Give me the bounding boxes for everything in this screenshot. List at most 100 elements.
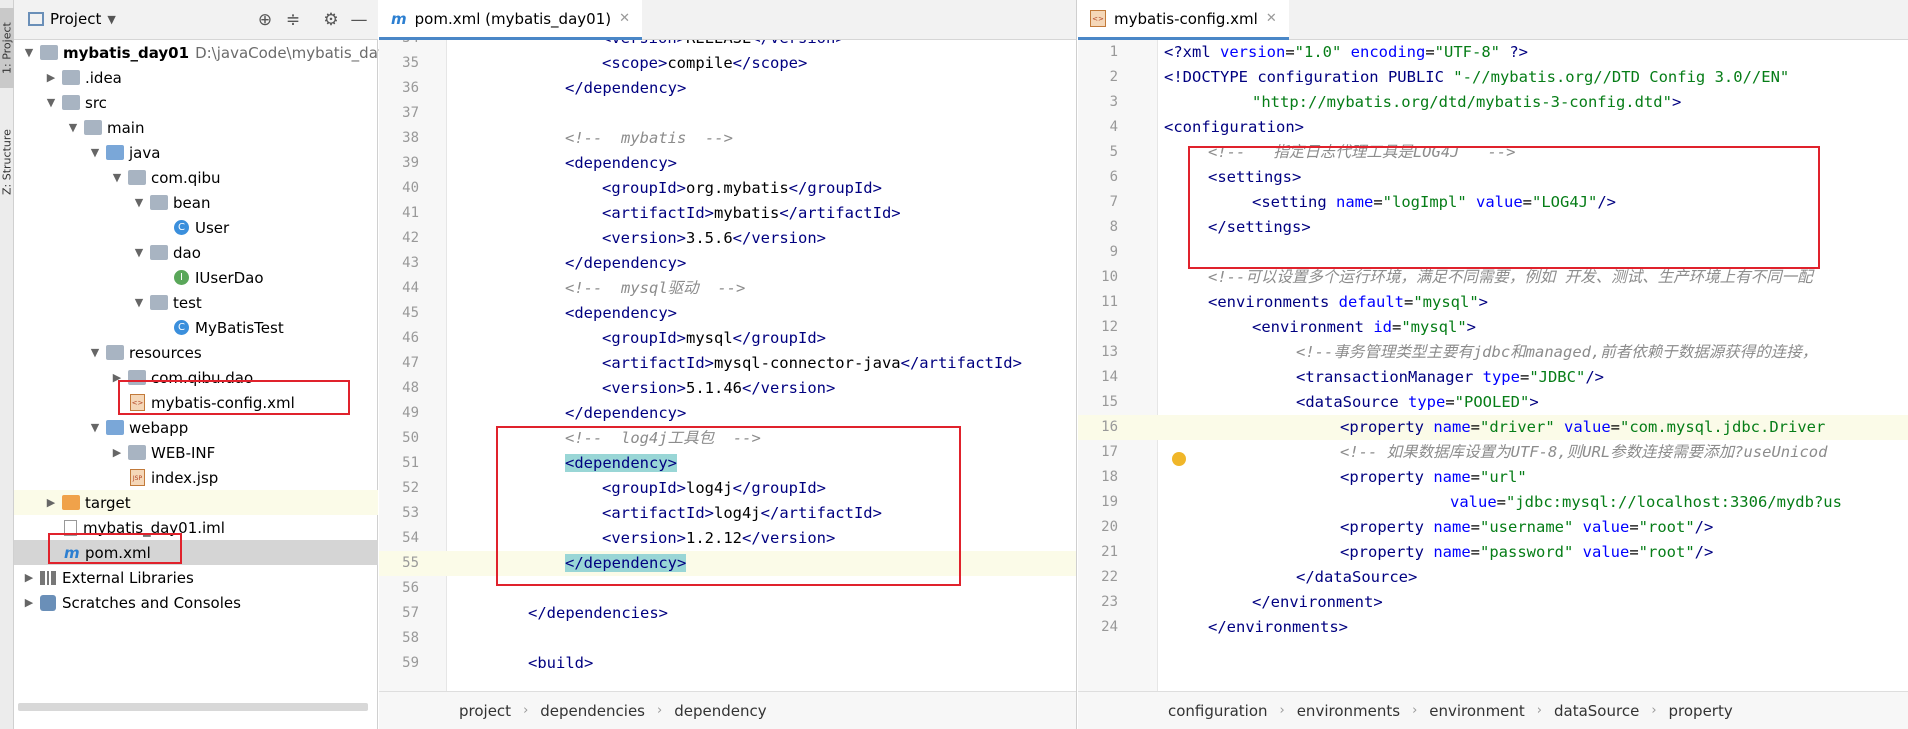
tree-item[interactable]: JSP index.jsp <box>14 465 378 490</box>
tree-item[interactable]: ▼ dao <box>14 240 378 265</box>
code-token: </groupId> <box>788 179 882 197</box>
code-token: default <box>1338 293 1404 311</box>
breadcrumb-item[interactable]: environment <box>1429 702 1525 720</box>
minimize-icon[interactable]: — <box>348 9 370 31</box>
tree-item[interactable]: ▶ Scratches and Consoles <box>14 590 378 615</box>
chevron-down-icon[interactable]: ▼ <box>132 196 146 209</box>
tree-item-label: test <box>173 293 202 312</box>
code-line: 8 </settings> <box>1078 215 1908 240</box>
chevron-down-icon[interactable]: ▼ <box>88 346 102 359</box>
code-line: 16 <property name="driver" value="com.mys… <box>1078 415 1908 440</box>
tree-item[interactable]: m pom.xml <box>14 540 378 565</box>
editor-pom[interactable]: m pom.xml (mybatis_day01) ✕ 34<version>R… <box>379 0 1077 729</box>
code-line: 49 </dependency> <box>379 401 1076 426</box>
code-token: "root" <box>1638 518 1695 536</box>
breadcrumb-item[interactable]: dependencies <box>540 702 645 720</box>
close-icon[interactable]: ✕ <box>1266 11 1277 26</box>
tree-item[interactable]: ▼ src <box>14 90 378 115</box>
project-tool-tab[interactable]: 1: Project <box>0 8 14 88</box>
line-number: 10 <box>1101 269 1118 285</box>
tree-item[interactable]: ▼ webapp <box>14 415 378 440</box>
code-token: > <box>1466 318 1477 336</box>
tree-item[interactable]: ▶ External Libraries <box>14 565 378 590</box>
code-token: <settings> <box>1208 168 1302 186</box>
tree-item[interactable]: ▶ com.qibu.dao <box>14 365 378 390</box>
tree-item[interactable]: I IUserDao <box>14 265 378 290</box>
line-number: 23 <box>1101 594 1118 610</box>
tree-item[interactable]: mybatis_day01.iml <box>14 515 378 540</box>
tree-item[interactable]: ▼ test <box>14 290 378 315</box>
chevron-right-icon[interactable]: ▶ <box>22 596 36 609</box>
tree-item[interactable]: ▶ .idea <box>14 65 378 90</box>
tree-item[interactable]: <> mybatis-config.xml <box>14 390 378 415</box>
structure-tool-tab[interactable]: Z: Structure <box>0 115 14 210</box>
line-number: 51 <box>402 455 419 471</box>
chevron-right-icon[interactable]: ▶ <box>44 496 58 509</box>
breadcrumb-item[interactable]: configuration <box>1168 702 1268 720</box>
tree-item[interactable]: C User <box>14 215 378 240</box>
line-number: 53 <box>402 505 419 521</box>
tree-item[interactable]: ▶ WEB-INF <box>14 440 378 465</box>
breadcrumb-item[interactable]: property <box>1669 702 1733 720</box>
code-token: </dependency> <box>565 554 687 572</box>
tree-item[interactable]: ▼ com.qibu <box>14 165 378 190</box>
code-token: type <box>1407 393 1446 411</box>
tree-item[interactable]: ▼ mybatis_day01 D:\javaCode\mybatis_day0 <box>14 40 397 65</box>
tree-item[interactable]: ▼ bean <box>14 190 378 215</box>
locate-icon[interactable]: ⊕ <box>254 9 276 31</box>
code-token: </artifactId> <box>900 354 1022 372</box>
breadcrumb-item[interactable]: environments <box>1297 702 1400 720</box>
chevron-down-icon[interactable]: ▼ <box>110 171 124 184</box>
gear-icon[interactable]: ⚙ <box>320 9 342 31</box>
code-token: /> <box>1585 368 1604 386</box>
close-icon[interactable]: ✕ <box>619 11 630 26</box>
chevron-right-icon[interactable]: ▶ <box>110 371 124 384</box>
code-line: 53 <artifactId>log4j</artifactId> <box>379 501 1076 526</box>
code-token: <dependency> <box>565 154 677 172</box>
tree-item-label: Scratches and Consoles <box>62 593 241 612</box>
tab-pom-xml[interactable]: m pom.xml (mybatis_day01) ✕ <box>379 0 642 40</box>
chevron-down-icon[interactable]: ▼ <box>66 121 80 134</box>
tree-item-label: IUserDao <box>195 268 264 287</box>
code-token: </groupId> <box>732 479 826 497</box>
tab-mybatis-config-xml[interactable]: <> mybatis-config.xml ✕ <box>1078 0 1289 40</box>
chevron-down-icon[interactable]: ▼ <box>132 296 146 309</box>
editor-mybatis-config[interactable]: <> mybatis-config.xml ✕ 1 <?xml version="… <box>1078 0 1908 729</box>
chevron-down-icon[interactable]: ▼ <box>132 246 146 259</box>
code-line: 2 <!DOCTYPE configuration PUBLIC "-//myba… <box>1078 65 1908 90</box>
collapse-all-icon[interactable]: ≑ <box>282 9 304 31</box>
code-token: name <box>1433 518 1471 536</box>
chevron-down-icon[interactable]: ▼ <box>88 421 102 434</box>
code-token: value <box>1582 518 1630 536</box>
chevron-down-icon[interactable]: ▼ <box>88 146 102 159</box>
code-text: <!--事务管理类型主要有jdbc和managed,前者依赖于数据源获得的连接， <box>1296 340 1817 365</box>
code-line: 47 <artifactId>mysql-connector-java</arti… <box>379 351 1076 376</box>
chevron-right-icon[interactable]: ▶ <box>22 571 36 584</box>
tree-item[interactable]: ▼ resources <box>14 340 378 365</box>
breadcrumb-item[interactable]: dataSource <box>1554 702 1639 720</box>
code-area-pom[interactable]: 34<version>RELEASE</version>35<scope>com… <box>379 40 1076 691</box>
code-token: = <box>1403 293 1414 311</box>
tree-horizontal-scrollbar[interactable] <box>18 703 368 711</box>
tree-item[interactable]: C MyBatisTest <box>14 315 378 340</box>
code-text: </dependency> <box>565 551 687 576</box>
tree-item[interactable]: ▶ target <box>14 490 378 515</box>
tree-item-label: webapp <box>129 418 189 437</box>
project-view-selector[interactable]: Project ▼ <box>28 10 116 28</box>
code-token: 3.5.6 <box>686 229 733 247</box>
chevron-right-icon[interactable]: ▶ <box>44 71 58 84</box>
lightbulb-icon[interactable] <box>1172 452 1187 469</box>
breadcrumb-item[interactable]: project <box>459 702 511 720</box>
code-token: name <box>1433 543 1471 561</box>
line-number: 47 <box>402 355 419 371</box>
code-text: </dataSource> <box>1296 565 1417 590</box>
chevron-down-icon[interactable]: ▼ <box>44 96 58 109</box>
code-area-config[interactable]: 1 <?xml version="1.0" encoding="UTF-8" ?>… <box>1078 40 1908 691</box>
line-number: 21 <box>1101 544 1118 560</box>
tree-item[interactable]: ▼ main <box>14 115 378 140</box>
chevron-right-icon[interactable]: ▶ <box>110 446 124 459</box>
breadcrumb-item[interactable]: dependency <box>674 702 766 720</box>
tree-item[interactable]: ▼ java <box>14 140 378 165</box>
line-number: 2 <box>1109 69 1118 85</box>
chevron-down-icon[interactable]: ▼ <box>22 46 36 59</box>
